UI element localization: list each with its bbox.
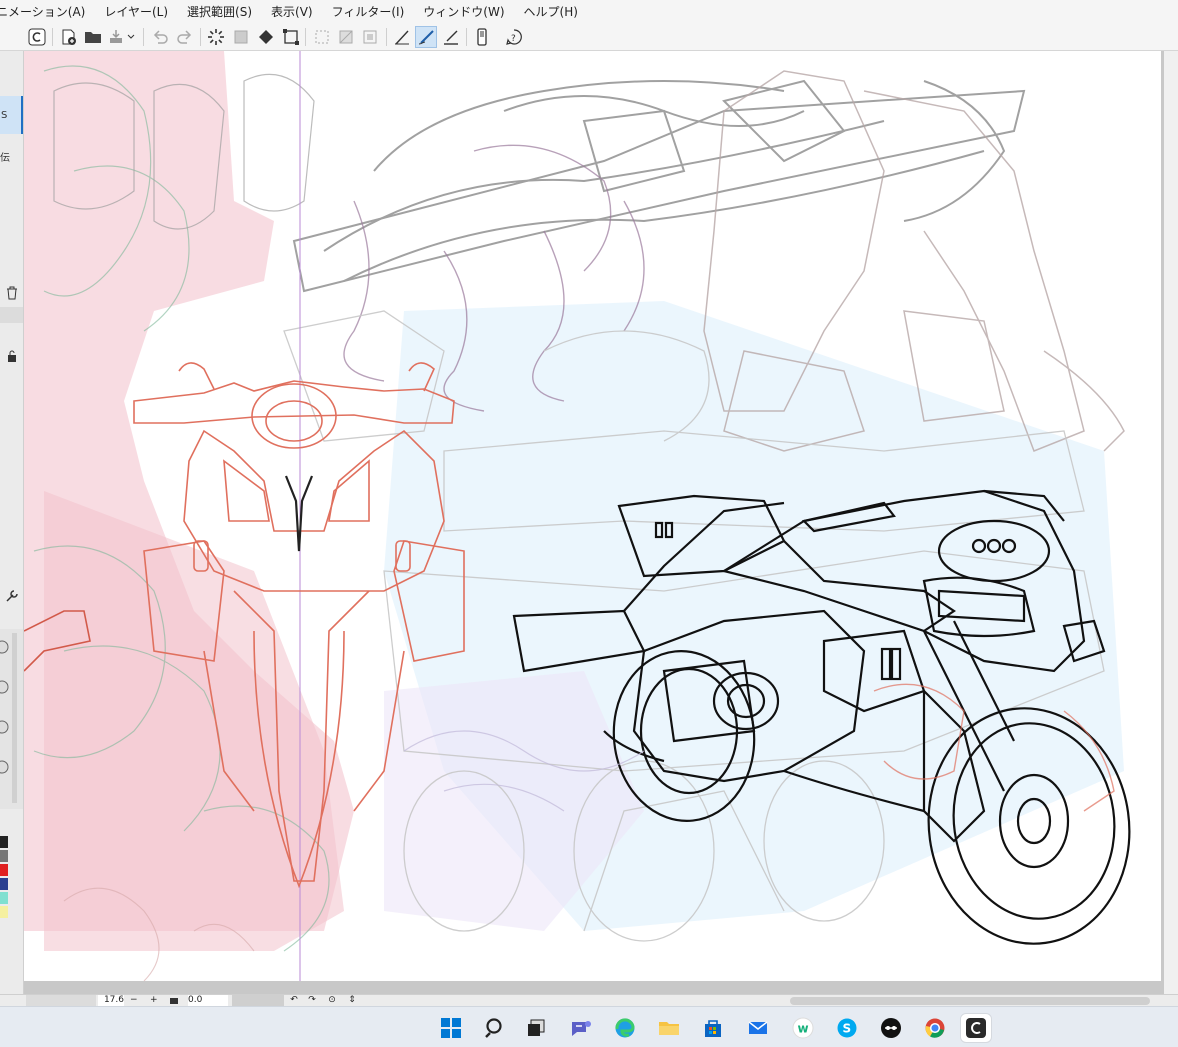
drawing-canvas[interactable] (24, 51, 1161, 981)
menu-filter[interactable]: フィルター(I) (323, 0, 415, 24)
clear-icon[interactable] (230, 26, 252, 48)
svg-text:w: w (798, 1022, 809, 1036)
status-bar: 17.6 − + 0.0 ↶ ↷ ⊙ ⇕ (0, 994, 1178, 1007)
command-bar: ? (0, 24, 1178, 51)
brush-active-icon[interactable] (415, 26, 437, 48)
open-folder-icon[interactable] (82, 26, 104, 48)
trash-icon[interactable] (0, 283, 23, 303)
menu-selection[interactable]: 選択範囲(S) (178, 0, 262, 24)
teams-chat-icon[interactable] (566, 1014, 596, 1042)
clip-studio-paint-icon[interactable] (961, 1014, 991, 1042)
vertical-scrollbar[interactable] (1164, 51, 1178, 994)
edge-browser-icon[interactable] (610, 1014, 640, 1042)
canvas-area[interactable] (24, 51, 1178, 994)
menu-bar: ニメーション(A) レイヤー(L) 選択範囲(S) 表示(V) フィルター(I)… (0, 0, 1178, 24)
app-logo-icon[interactable] (26, 26, 48, 48)
menu-animation[interactable]: ニメーション(A) (0, 0, 95, 24)
ruler-pen-icon[interactable] (440, 26, 462, 48)
invert-selection-icon[interactable] (335, 26, 357, 48)
menu-window[interactable]: ウィンドウ(W) (414, 0, 514, 24)
new-canvas-icon[interactable] (58, 26, 80, 48)
mail-icon[interactable] (743, 1014, 773, 1042)
microsoft-store-icon[interactable] (698, 1014, 728, 1042)
menu-view[interactable]: 表示(V) (262, 0, 323, 24)
windows-taskbar: w S (0, 1006, 1178, 1047)
deselect-icon[interactable] (311, 26, 333, 48)
menu-layer[interactable]: レイヤー(L) (95, 0, 178, 24)
fill-icon[interactable] (255, 26, 277, 48)
redo-icon[interactable] (174, 26, 196, 48)
loading-icon[interactable] (205, 26, 227, 48)
smartphone-icon[interactable] (471, 26, 493, 48)
undo-icon[interactable] (149, 26, 171, 48)
menu-help[interactable]: ヘルプ(H) (515, 0, 588, 24)
task-view-icon[interactable] (521, 1014, 551, 1042)
zoom-reset-button[interactable] (170, 998, 178, 1004)
sub-tool-label: S (1, 109, 8, 121)
transform-icon[interactable] (280, 26, 302, 48)
brush-size-palette[interactable] (0, 629, 23, 809)
cmd-app-icon[interactable] (876, 1014, 906, 1042)
property-label: 伝 (0, 152, 10, 164)
sub-tool-tab[interactable]: S (0, 96, 23, 134)
windows-start-icon[interactable] (436, 1014, 466, 1042)
svg-text:S: S (843, 1022, 852, 1036)
wps-office-icon[interactable]: w (788, 1014, 818, 1042)
property-tab[interactable]: 伝 (0, 146, 23, 166)
color-swatches[interactable] (0, 836, 23, 936)
save-dropdown-icon[interactable] (124, 26, 138, 48)
file-explorer-icon[interactable] (654, 1014, 684, 1042)
wrench-icon[interactable] (0, 586, 23, 606)
search-icon[interactable] (480, 1014, 510, 1042)
help-icon[interactable]: ? (503, 26, 525, 48)
panel-divider (0, 307, 23, 323)
horizontal-scrollbar[interactable] (790, 997, 1150, 1005)
app-window: ニメーション(A) レイヤー(L) 選択範囲(S) 表示(V) フィルター(I)… (0, 0, 1178, 1047)
select-all-icon[interactable] (359, 26, 381, 48)
pen-line-icon[interactable] (391, 26, 413, 48)
svg-text:?: ? (511, 34, 516, 44)
left-panel-strip: S 伝 (0, 51, 24, 1006)
chrome-icon[interactable] (920, 1014, 950, 1042)
skype-icon[interactable]: S (832, 1014, 862, 1042)
lock-icon[interactable] (0, 346, 23, 366)
